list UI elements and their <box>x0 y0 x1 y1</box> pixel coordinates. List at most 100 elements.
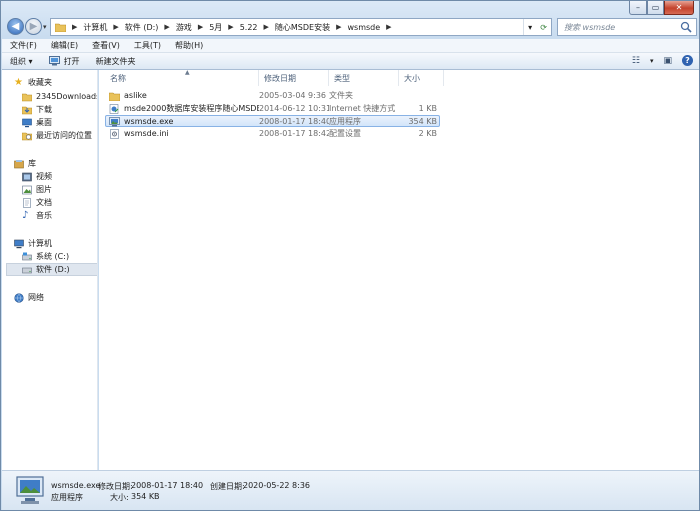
menu-edit[interactable]: 编辑(E) <box>43 40 84 51</box>
file-size <box>399 90 437 101</box>
details-created-label: 创建日期: <box>210 482 245 491</box>
desktop-icon <box>22 118 32 127</box>
nav-downloads-label: 下载 <box>36 105 52 114</box>
file-row-msde-shortcut[interactable]: msde2000数据库安装程序随心MSDE安... 2014-06-12 10:… <box>105 103 440 115</box>
breadcrumb-may[interactable]: 5月 <box>209 22 222 33</box>
address-dropdown-icon[interactable]: ▾ <box>528 23 532 32</box>
maximize-button[interactable]: ▭ <box>647 1 664 15</box>
back-button[interactable]: ◀ <box>7 18 24 35</box>
file-date: 2008-01-17 18:42 <box>259 129 329 138</box>
nav-2345downloads-label: 2345Downloads <box>36 92 98 101</box>
nav-drive-d[interactable]: 软件 (D:) <box>6 263 97 276</box>
minimize-icon: – <box>636 3 640 12</box>
menu-file[interactable]: 文件(F) <box>2 40 43 51</box>
file-row-wsmsde-exe[interactable]: wsmsde.exe 2008-01-17 18:40 应用程序 354 KB <box>105 115 440 127</box>
nav-documents[interactable]: 文档 <box>22 196 97 209</box>
breadcrumb-separator-icon[interactable]: ▶ <box>164 23 169 31</box>
nav-music[interactable]: ♪ 音乐 <box>22 209 97 222</box>
breadcrumb-separator-icon[interactable]: ▶ <box>386 23 391 31</box>
refresh-icon[interactable]: ⟳ <box>540 23 547 32</box>
breadcrumb-wsmsde[interactable]: wsmsde <box>347 23 380 32</box>
file-type: Internet 快捷方式 <box>329 104 396 113</box>
view-dropdown-icon[interactable]: ▾ <box>650 57 654 65</box>
breadcrumb-drive-d[interactable]: 软件 (D:) <box>125 22 159 33</box>
new-folder-button[interactable]: 新建文件夹 <box>88 53 144 70</box>
folder-icon <box>55 23 66 32</box>
column-header-name[interactable]: 名称 ▲ <box>105 69 259 86</box>
menu-tools[interactable]: 工具(T) <box>126 40 167 51</box>
system-drive-icon <box>22 252 32 260</box>
change-view-icon[interactable]: ☷ <box>632 56 640 66</box>
breadcrumb-msde-install[interactable]: 随心MSDE安装 <box>275 22 330 33</box>
music-icon: ♪ <box>22 209 29 221</box>
nav-desktop-label: 桌面 <box>36 118 52 127</box>
nav-network[interactable]: 网络 <box>14 291 97 304</box>
close-button[interactable]: ✕ <box>664 1 694 15</box>
breadcrumb-separator-icon[interactable]: ▶ <box>198 23 203 31</box>
recent-pages-dropdown[interactable]: ▾ <box>43 23 47 31</box>
nav-recent-places[interactable]: 最近访问的位置 <box>22 129 97 142</box>
nav-favorites[interactable]: ★ 收藏夹 <box>14 76 97 89</box>
open-button[interactable]: 打开 <box>41 53 88 70</box>
breadcrumb-separator-icon[interactable]: ▶ <box>228 23 233 31</box>
nav-documents-label: 文档 <box>36 198 52 207</box>
breadcrumb-separator-icon[interactable]: ▶ <box>336 23 341 31</box>
back-arrow-icon: ◀ <box>11 21 20 32</box>
preview-pane-icon[interactable]: ▣ <box>663 56 672 66</box>
recent-places-icon <box>22 132 32 140</box>
explorer-window: – ▭ ✕ ◀ ▶ ▾ ▶ 计算机 ▶ 软件 (D:) ▶ 游戏 ▶ 5月 ▶ … <box>0 0 700 511</box>
file-name: aslike <box>124 91 147 100</box>
column-header-size[interactable]: 大小 <box>399 70 444 86</box>
open-label: 打开 <box>63 56 80 66</box>
breadcrumb-separator-icon[interactable]: ▶ <box>113 23 118 31</box>
nav-recent-places-label: 最近访问的位置 <box>36 131 92 140</box>
file-type: 应用程序 <box>329 117 361 126</box>
close-icon: ✕ <box>675 3 683 12</box>
nav-drive-c[interactable]: 系统 (C:) <box>22 250 97 263</box>
nav-desktop[interactable]: 桌面 <box>22 116 97 129</box>
nav-videos[interactable]: 视频 <box>22 170 97 183</box>
menu-help[interactable]: 帮助(H) <box>167 40 209 51</box>
menu-view[interactable]: 查看(V) <box>84 40 126 51</box>
column-name-label: 名称 <box>110 73 126 83</box>
breadcrumb-computer[interactable]: 计算机 <box>83 22 107 33</box>
library-icon <box>14 159 24 168</box>
breadcrumb-games[interactable]: 游戏 <box>176 22 192 33</box>
file-type: 配置设置 <box>329 129 361 138</box>
menu-bar: 文件(F) 编辑(E) 查看(V) 工具(T) 帮助(H) <box>2 39 699 53</box>
breadcrumb-separator-icon[interactable]: ▶ <box>72 23 77 31</box>
nav-pictures-label: 图片 <box>36 185 52 194</box>
nav-downloads[interactable]: 下载 <box>22 103 97 116</box>
computer-icon <box>14 239 24 248</box>
nav-libraries-label: 库 <box>28 159 36 168</box>
details-size-label: 大小: <box>110 493 129 502</box>
file-name: wsmsde.ini <box>124 129 169 138</box>
minimize-button[interactable]: – <box>629 1 647 15</box>
breadcrumb-separator-icon[interactable]: ▶ <box>264 23 269 31</box>
address-bar[interactable]: ▶ 计算机 ▶ 软件 (D:) ▶ 游戏 ▶ 5月 ▶ 5.22 ▶ 随心MSD… <box>50 18 552 36</box>
nav-music-label: 音乐 <box>36 211 52 220</box>
nav-network-label: 网络 <box>28 293 44 302</box>
organize-button[interactable]: 组织 ▾ <box>2 53 41 70</box>
nav-2345downloads[interactable]: 2345Downloads <box>22 90 98 103</box>
maximize-icon: ▭ <box>651 3 660 12</box>
file-name: wsmsde.exe <box>124 117 174 126</box>
file-size: 354 KB <box>408 117 437 126</box>
file-row-wsmsde-ini[interactable]: wsmsde.ini 2008-01-17 18:42 配置设置 2 KB <box>105 128 440 140</box>
nav-computer[interactable]: 计算机 <box>14 237 97 250</box>
organize-label: 组织 ▾ <box>10 56 33 66</box>
file-row-aslike[interactable]: aslike 2005-03-04 9:36 文件夹 <box>105 90 440 102</box>
breadcrumb-5-22[interactable]: 5.22 <box>240 23 258 32</box>
nav-favorites-label: 收藏夹 <box>28 78 52 87</box>
nav-pictures[interactable]: 图片 <box>22 183 97 196</box>
search-icon[interactable] <box>680 21 692 33</box>
window-controls: – ▭ ✕ <box>629 1 694 15</box>
column-header-type[interactable]: 类型 <box>329 70 399 86</box>
help-icon[interactable]: ? <box>682 55 693 66</box>
column-header-date[interactable]: 修改日期 <box>259 70 329 86</box>
search-input[interactable]: 搜索 wsmsde <box>557 18 697 36</box>
forward-button[interactable]: ▶ <box>25 18 42 35</box>
nav-libraries[interactable]: 库 <box>14 157 97 170</box>
details-pane: wsmsde.exe 修改日期: 2008-01-17 18:40 创建日期: … <box>2 470 699 510</box>
details-filename: wsmsde.exe <box>51 481 101 490</box>
